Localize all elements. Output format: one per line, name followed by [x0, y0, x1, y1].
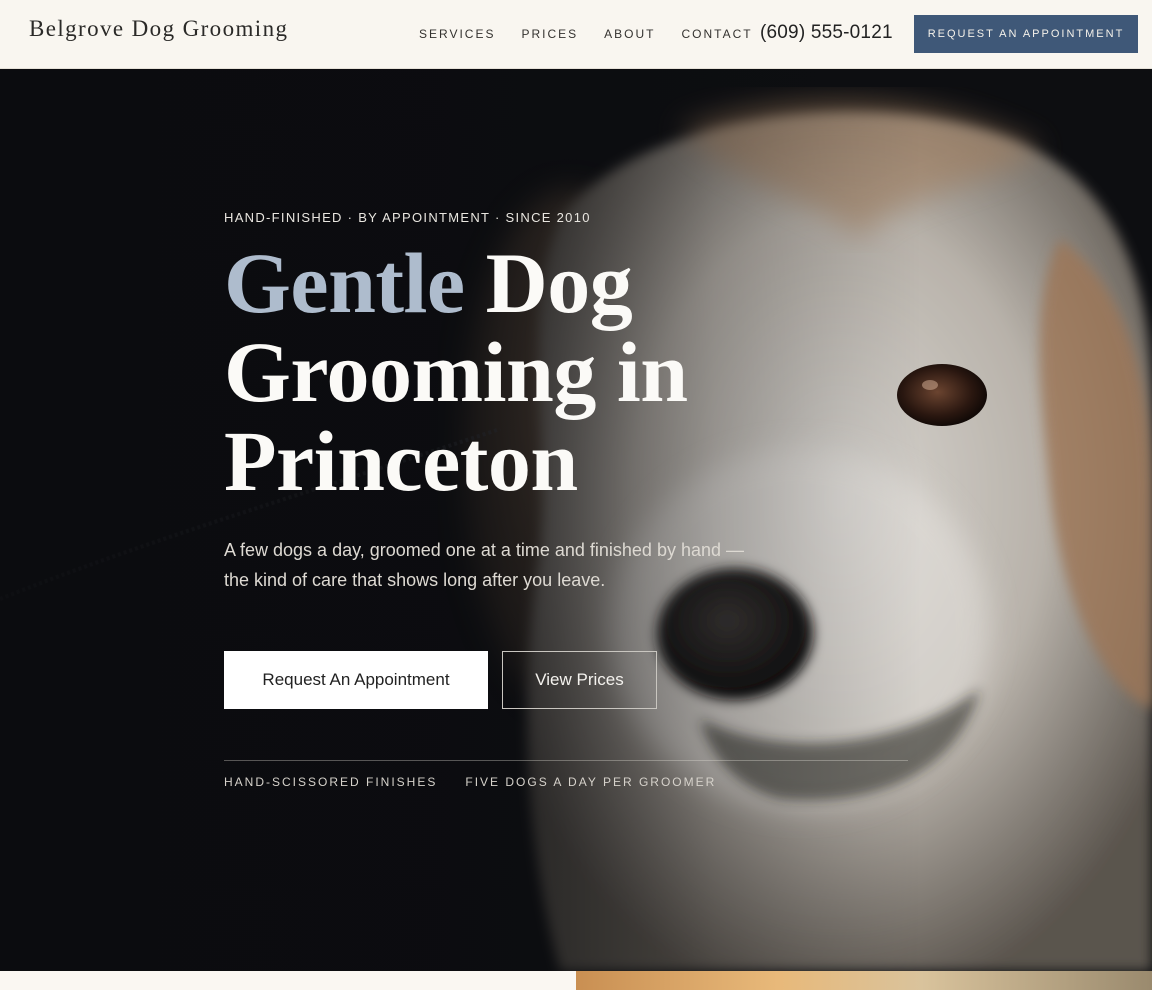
nav-link-contact[interactable]: CONTACT — [682, 27, 753, 41]
headline-accent: Gentle — [224, 235, 465, 331]
site-logo[interactable]: Belgrove Dog Grooming — [29, 16, 288, 42]
phone-link[interactable]: (609) 555-0121 — [760, 22, 893, 44]
request-appointment-button[interactable]: Request An Appointment — [224, 651, 488, 709]
hero-divider — [224, 760, 908, 761]
hero-features: HAND-SCISSORED FINISHES FIVE DOGS A DAY … — [224, 775, 744, 789]
hero-headline: Gentle Dog Grooming in Princeton — [224, 239, 744, 506]
hero-overlay — [0, 69, 1152, 971]
next-section-panel — [0, 971, 576, 990]
feature-item: FIVE DOGS A DAY PER GROOMER — [465, 775, 717, 789]
view-prices-button[interactable]: View Prices — [502, 651, 657, 709]
nav-link-about[interactable]: ABOUT — [604, 27, 655, 41]
hero-section: HAND-FINISHED · BY APPOINTMENT · SINCE 2… — [0, 69, 1152, 971]
next-section-photo — [576, 971, 1152, 990]
hero-subhead: A few dogs a day, groomed one at a time … — [224, 540, 744, 590]
feature-item: HAND-SCISSORED FINISHES — [224, 775, 438, 789]
nav-link-services[interactable]: SERVICES — [419, 27, 495, 41]
main-nav: SERVICES PRICES ABOUT CONTACT — [419, 27, 779, 41]
site-header: Belgrove Dog Grooming SERVICES PRICES AB… — [0, 0, 1152, 69]
header-appointment-button[interactable]: REQUEST AN APPOINTMENT — [914, 15, 1138, 53]
hero-eyebrow: HAND-FINISHED · BY APPOINTMENT · SINCE 2… — [224, 210, 591, 225]
nav-link-prices[interactable]: PRICES — [521, 27, 578, 41]
